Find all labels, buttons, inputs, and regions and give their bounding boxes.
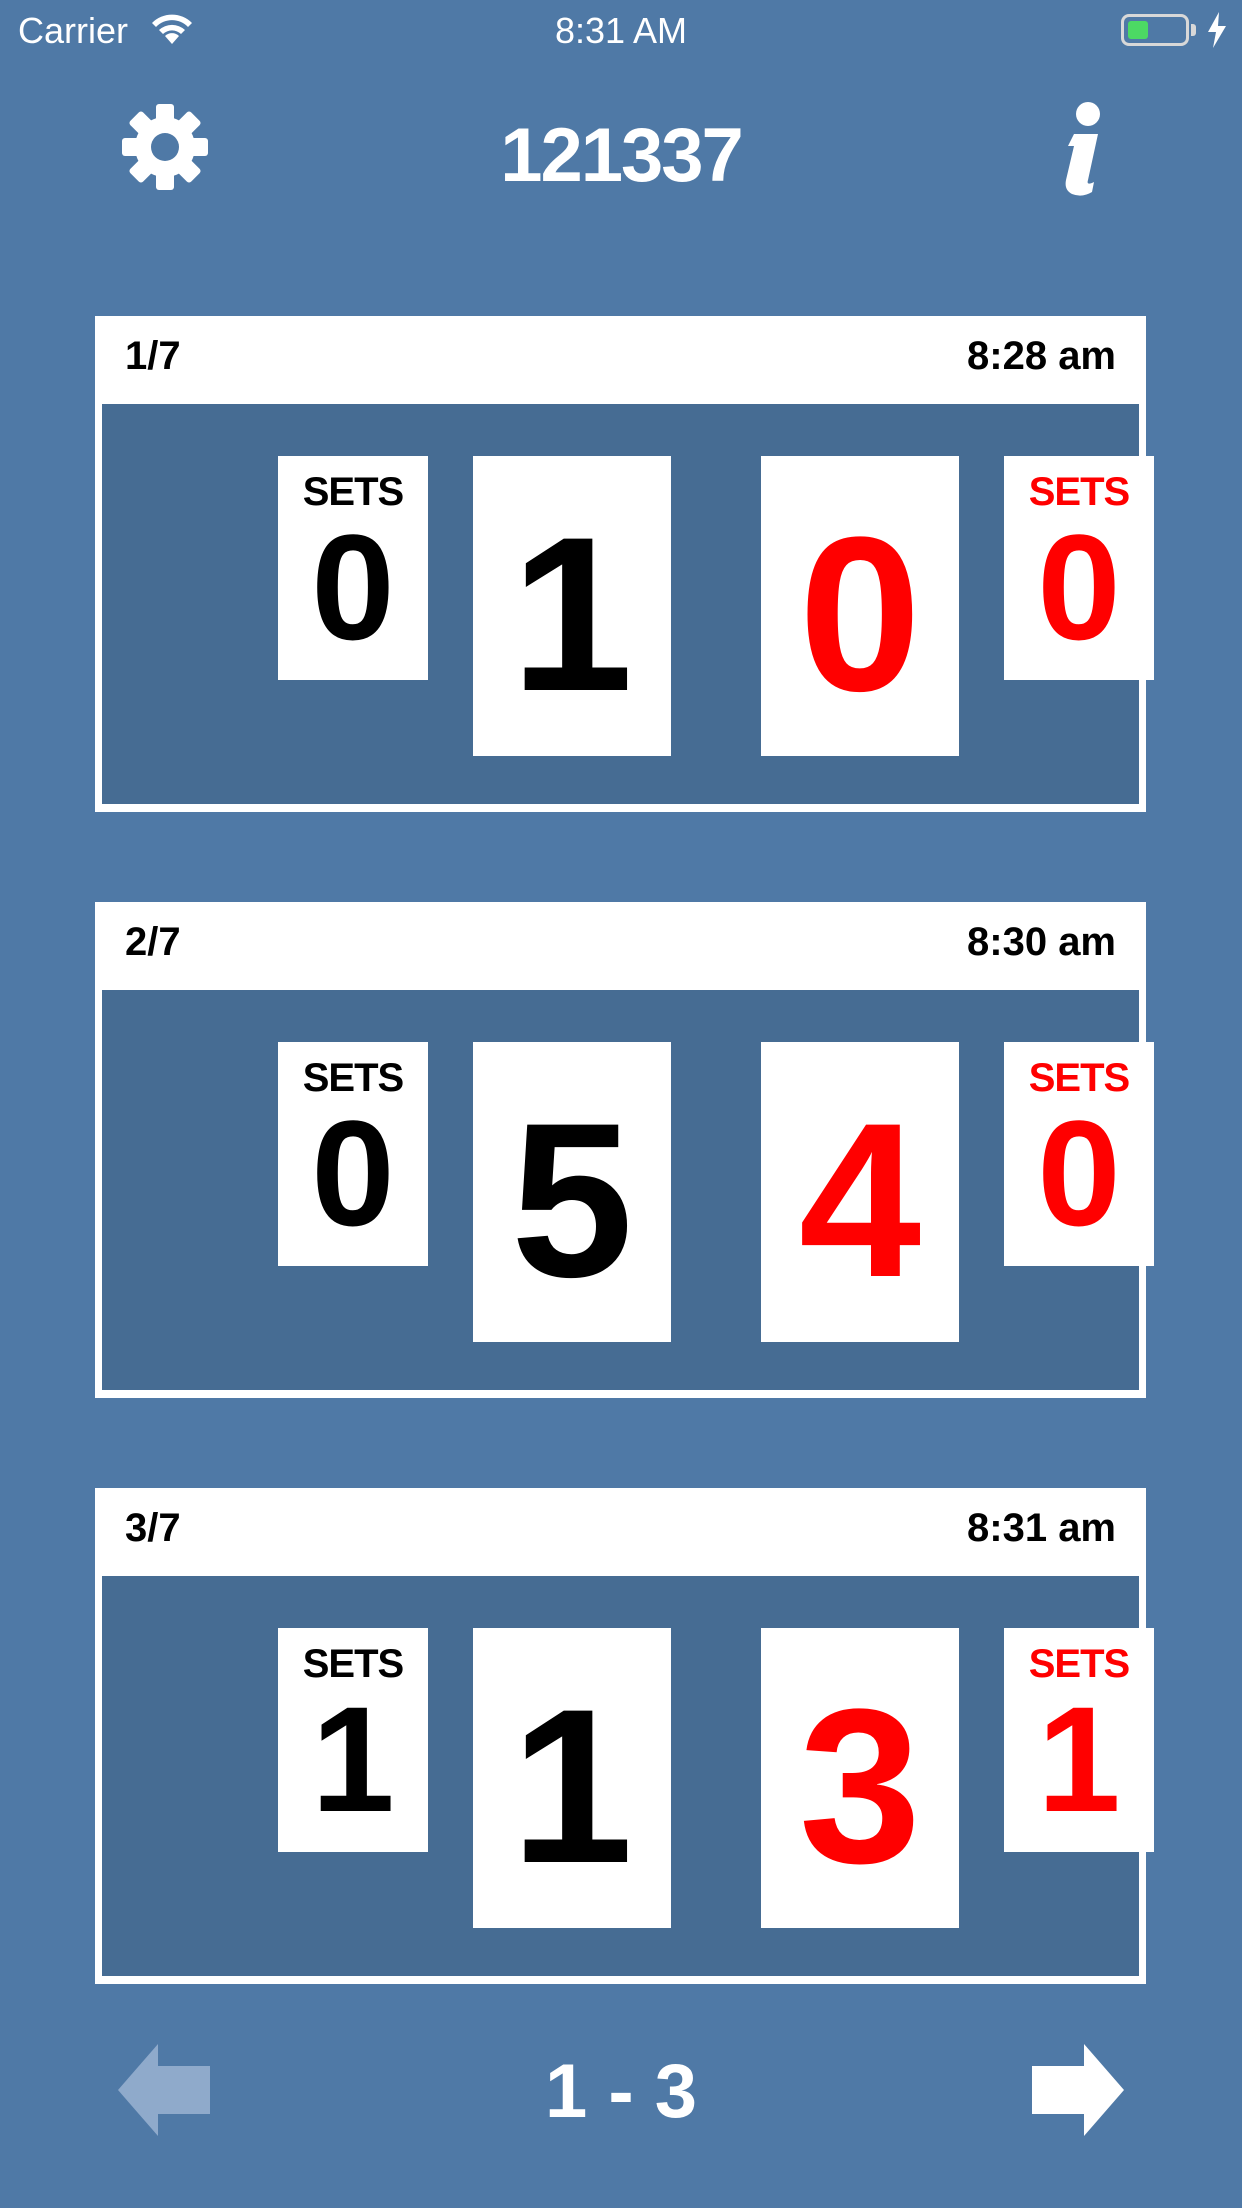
battery-icon bbox=[1121, 14, 1189, 46]
match-index: 3/7 bbox=[125, 1506, 181, 1550]
status-time: 8:31 AM bbox=[554, 10, 688, 51]
battery-fill bbox=[1128, 21, 1148, 39]
right-score-value: 4 bbox=[798, 1077, 922, 1323]
scoreboard: SETS 1 1 3 SETS 1 bbox=[102, 1576, 1154, 1976]
match-time: 8:30 am bbox=[967, 920, 1116, 964]
info-icon[interactable] bbox=[1052, 100, 1112, 196]
right-sets-value: 0 bbox=[1037, 1089, 1121, 1257]
match-card[interactable]: 3/7 8:31 am SETS 1 1 3 SETS 1 bbox=[95, 1488, 1154, 1984]
right-score-box: 3 bbox=[761, 1628, 959, 1928]
match-card[interactable]: 1/7 8:28 am SETS 0 1 0 SETS 0 bbox=[95, 316, 1154, 812]
scoreboard: SETS 0 5 4 SETS 0 bbox=[102, 990, 1154, 1390]
match-time: 8:31 am bbox=[967, 1506, 1116, 1550]
left-score-box: 5 bbox=[473, 1042, 671, 1342]
left-sets-box: SETS 0 bbox=[278, 1042, 428, 1266]
left-sets-box: SETS 0 bbox=[278, 456, 428, 680]
match-header: 3/7 8:31 am bbox=[95, 1488, 1146, 1576]
status-bar: Carrier 8:31 AM bbox=[0, 0, 1242, 62]
right-score-box: 4 bbox=[761, 1042, 959, 1342]
right-score-box: 0 bbox=[761, 456, 959, 756]
left-score-value: 1 bbox=[510, 1663, 634, 1909]
match-index: 2/7 bbox=[125, 920, 181, 964]
left-sets-value: 1 bbox=[311, 1675, 395, 1843]
right-sets-value: 0 bbox=[1037, 503, 1121, 671]
battery-tip bbox=[1191, 24, 1196, 36]
arrow-right-icon[interactable] bbox=[1030, 2044, 1124, 2136]
match-card[interactable]: 2/7 8:30 am SETS 0 5 4 SETS 0 bbox=[95, 902, 1154, 1398]
left-sets-value: 0 bbox=[311, 503, 395, 671]
left-sets-box: SETS 1 bbox=[278, 1628, 428, 1852]
match-header: 1/7 8:28 am bbox=[95, 316, 1146, 404]
right-score-value: 3 bbox=[798, 1663, 922, 1909]
left-score-box: 1 bbox=[473, 456, 671, 756]
scoreboard: SETS 0 1 0 SETS 0 bbox=[102, 404, 1154, 804]
left-sets-value: 0 bbox=[311, 1089, 395, 1257]
match-time: 8:28 am bbox=[967, 334, 1116, 378]
right-sets-box: SETS 1 bbox=[1004, 1628, 1154, 1852]
match-index: 1/7 bbox=[125, 334, 181, 378]
left-score-value: 5 bbox=[510, 1077, 634, 1323]
right-sets-box: SETS 0 bbox=[1004, 1042, 1154, 1266]
charging-icon bbox=[1208, 12, 1226, 48]
left-score-box: 1 bbox=[473, 1628, 671, 1928]
right-sets-value: 1 bbox=[1037, 1675, 1121, 1843]
right-score-value: 0 bbox=[798, 491, 922, 737]
left-score-value: 1 bbox=[510, 491, 634, 737]
match-header: 2/7 8:30 am bbox=[95, 902, 1146, 990]
right-sets-box: SETS 0 bbox=[1004, 456, 1154, 680]
